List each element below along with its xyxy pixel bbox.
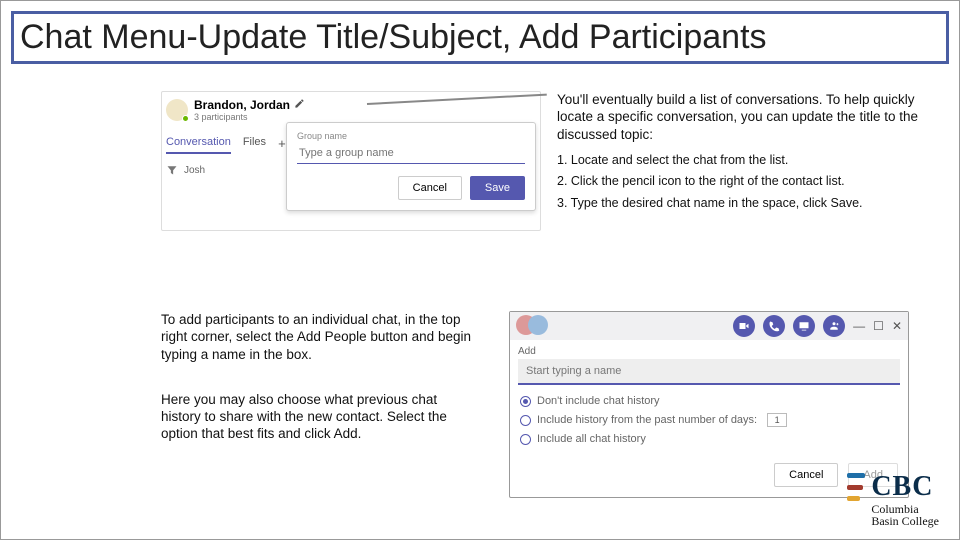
avatar bbox=[166, 99, 188, 121]
radio-icon bbox=[520, 434, 531, 445]
row-rename: Brandon, Jordan 3 participants Conversat… bbox=[161, 91, 929, 231]
rename-instructions: You'll eventually build a list of conver… bbox=[541, 91, 929, 231]
add-paragraph-2: Here you may also choose what previous c… bbox=[161, 391, 479, 443]
screenshot-rename-chat: Brandon, Jordan 3 participants Conversat… bbox=[161, 91, 541, 231]
radio-icon bbox=[520, 396, 531, 407]
step-1: 1. Locate and select the chat from the l… bbox=[557, 153, 929, 169]
presence-dot bbox=[182, 115, 189, 122]
step-2: 2. Click the pencil icon to the right of… bbox=[557, 174, 929, 190]
audio-call-icon[interactable] bbox=[763, 315, 785, 337]
add-tab-icon[interactable]: + bbox=[278, 136, 286, 154]
add-paragraph-1: To add participants to an individual cha… bbox=[161, 311, 479, 363]
name-search-input[interactable]: Start typing a name bbox=[518, 359, 900, 385]
avatar-stack bbox=[516, 315, 550, 337]
chat-top-bar: — ☐ ✕ bbox=[510, 312, 908, 340]
logo-line2: Basin College bbox=[871, 514, 939, 528]
avatar bbox=[528, 315, 548, 335]
radio-days-history[interactable]: Include history from the past number of … bbox=[520, 413, 898, 427]
days-input[interactable]: 1 bbox=[767, 413, 787, 427]
participant-count: 3 participants bbox=[194, 112, 305, 122]
filter-row: Josh bbox=[166, 164, 205, 176]
slide-title: Chat Menu-Update Title/Subject, Add Part… bbox=[20, 18, 940, 57]
intro-paragraph: You'll eventually build a list of conver… bbox=[557, 91, 929, 143]
history-options: Don't include chat history Include histo… bbox=[510, 385, 908, 457]
logo-abbr: CBC bbox=[871, 471, 933, 503]
pencil-icon[interactable] bbox=[294, 98, 305, 112]
slide: Chat Menu-Update Title/Subject, Add Part… bbox=[0, 0, 960, 540]
cbc-logo: CBC Columbia Basin College bbox=[847, 471, 939, 527]
cancel-button[interactable]: Cancel bbox=[398, 176, 462, 200]
radio-all-history[interactable]: Include all chat history bbox=[520, 433, 898, 445]
add-people-text: To add participants to an individual cha… bbox=[161, 311, 479, 498]
popup-buttons: Cancel Save bbox=[297, 176, 525, 200]
filter-icon[interactable] bbox=[166, 164, 178, 176]
window-controls: — ☐ ✕ bbox=[845, 319, 902, 333]
step-3: 3. Type the desired chat name in the spa… bbox=[557, 196, 929, 212]
radio-icon bbox=[520, 415, 531, 426]
video-call-icon[interactable] bbox=[733, 315, 755, 337]
add-label: Add bbox=[510, 340, 908, 359]
maximize-icon[interactable]: ☐ bbox=[873, 319, 884, 333]
save-button[interactable]: Save bbox=[470, 176, 525, 200]
radio-label: Include all chat history bbox=[537, 433, 646, 445]
rename-popup: Group name Cancel Save bbox=[286, 122, 536, 211]
minimize-icon[interactable]: — bbox=[853, 319, 865, 333]
tab-files[interactable]: Files bbox=[243, 136, 266, 154]
chat-tabs: Conversation Files + bbox=[166, 136, 286, 154]
screen-share-icon[interactable] bbox=[793, 315, 815, 337]
logo-stripes-icon bbox=[847, 473, 865, 501]
radio-label: Don't include chat history bbox=[537, 395, 660, 407]
radio-no-history[interactable]: Don't include chat history bbox=[520, 395, 898, 407]
screenshot-add-people: — ☐ ✕ Add Start typing a name Don't incl… bbox=[509, 311, 909, 498]
chat-title: Brandon, Jordan bbox=[194, 98, 305, 112]
group-name-input[interactable] bbox=[297, 143, 525, 164]
action-icons bbox=[733, 315, 845, 337]
cancel-button[interactable]: Cancel bbox=[774, 463, 838, 487]
row-add-people: To add participants to an individual cha… bbox=[161, 311, 909, 498]
group-name-label: Group name bbox=[297, 131, 525, 141]
close-icon[interactable]: ✕ bbox=[892, 319, 902, 333]
rename-chat-window: Brandon, Jordan 3 participants Conversat… bbox=[161, 91, 541, 231]
add-people-window: — ☐ ✕ Add Start typing a name Don't incl… bbox=[509, 311, 909, 498]
radio-label: Include history from the past number of … bbox=[537, 414, 757, 426]
chat-header: Brandon, Jordan 3 participants bbox=[166, 98, 305, 122]
filter-chip: Josh bbox=[184, 165, 205, 176]
add-people-icon[interactable] bbox=[823, 315, 845, 337]
title-bar: Chat Menu-Update Title/Subject, Add Part… bbox=[11, 11, 949, 64]
chat-title-text: Brandon, Jordan bbox=[194, 98, 290, 112]
tab-conversation[interactable]: Conversation bbox=[166, 136, 231, 154]
